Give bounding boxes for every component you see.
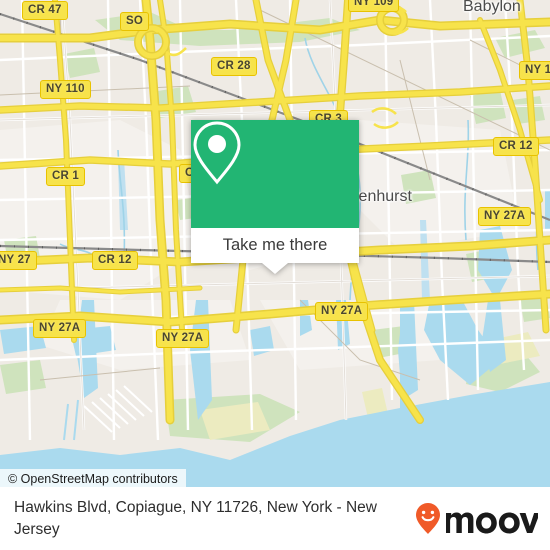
callout-tail	[262, 263, 288, 274]
road-shield-ny-27a-mid[interactable]: NY 27A	[315, 302, 369, 321]
take-me-there-label: Take me there	[222, 236, 328, 254]
road-shield-cr-28[interactable]: CR 28	[211, 57, 257, 76]
road-shield-ny-27a-low[interactable]: NY 27A	[156, 329, 210, 348]
road-shield-ny-109-right[interactable]: NY 1	[519, 61, 550, 80]
road-shield-ny-110[interactable]: NY 110	[40, 80, 91, 99]
road-shield-cr-1[interactable]: CR 1	[46, 167, 86, 186]
location-title: Hawkins Blvd, Copiague, NY 11726, New Yo…	[14, 498, 378, 538]
destination-callout-card[interactable]: Take me there	[191, 120, 359, 274]
footer-bar: Hawkins Blvd, Copiague, NY 11726, New Yo…	[0, 487, 550, 550]
moovit-logo[interactable]	[414, 502, 550, 536]
callout-footer[interactable]: Take me there	[191, 228, 359, 263]
place-label-lindenhurst: lenhurst	[355, 188, 412, 205]
place-label-babylon: Babylon	[463, 0, 521, 15]
road-shield-ny-27[interactable]: NY 27	[0, 251, 37, 270]
road-shield-ny-27a-right[interactable]: NY 27A	[478, 207, 532, 226]
road-shield-so[interactable]: SO	[120, 12, 150, 31]
moovit-smiley-pin-icon	[416, 502, 538, 534]
map-canvas[interactable]: Babylon lenhurst CR 47 SO NY 109 CR 28 N…	[0, 0, 550, 487]
callout-header	[191, 120, 359, 228]
road-shield-cr-12-left[interactable]: CR 12	[92, 251, 138, 270]
road-shield-ny-109-top[interactable]: NY 109	[348, 0, 400, 12]
screenshot-root: Babylon lenhurst CR 47 SO NY 109 CR 28 N…	[0, 0, 550, 550]
road-shield-ny-27a-left[interactable]: NY 27A	[33, 319, 87, 338]
road-shield-cr-12-right[interactable]: CR 12	[493, 137, 539, 156]
road-shield-cr-47[interactable]: CR 47	[22, 1, 68, 20]
osm-attribution[interactable]: © OpenStreetMap contributors	[0, 469, 186, 487]
